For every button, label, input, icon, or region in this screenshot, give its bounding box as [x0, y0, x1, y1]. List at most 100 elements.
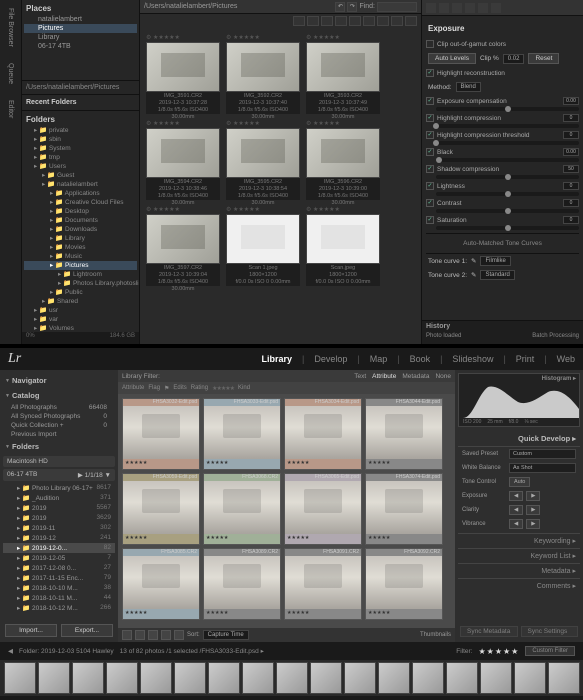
volume-header[interactable]: 06-17 4TB▶ 1/1/18 ▼	[3, 469, 115, 481]
clip-checkbox[interactable]	[426, 40, 434, 48]
hl-checkbox[interactable]	[426, 69, 434, 77]
lr-thumbnail[interactable]: FHSA3044-Edit.psd★★★★★	[365, 398, 443, 470]
module-map[interactable]: Map	[370, 354, 388, 364]
filmstrip-thumb[interactable]	[310, 662, 342, 694]
paste-icon[interactable]	[452, 3, 462, 13]
thumbnail[interactable]: ⚙ ★★★★★IMG_3596.CR22019-12-3 10:39:001/8…	[306, 120, 380, 200]
undo-icon[interactable]	[465, 3, 475, 13]
lr-thumbnail[interactable]: FHSA3068.CR2★★★★★	[203, 473, 281, 545]
redo-icon[interactable]	[478, 3, 488, 13]
slider-value[interactable]: 0	[563, 114, 579, 122]
filmstrip-thumb[interactable]	[344, 662, 376, 694]
vib-plus[interactable]: ▶	[526, 519, 540, 529]
filmstrip-thumb[interactable]	[38, 662, 70, 694]
slider-checkbox[interactable]	[426, 97, 434, 105]
tc1-select[interactable]: Filmlike	[480, 256, 510, 266]
auto-curves-button[interactable]: Auto-Matched Tone Curves	[426, 233, 579, 254]
tree-node[interactable]: ▸ 📁 Pictures	[24, 261, 137, 270]
lr-thumbnail[interactable]: FHSA3034-Edit.psd★★★★★	[284, 398, 362, 470]
filmstrip-thumb[interactable]	[174, 662, 206, 694]
thumbnail[interactable]: ⚙ ★★★★★IMG_3593.CR22019-12-3 10:37:491/8…	[306, 34, 380, 114]
thumbnail[interactable]: ⚙ ★★★★★IMG_3594.CR22019-12-3 10:38:461/8…	[146, 120, 220, 200]
filmstrip-thumb[interactable]	[106, 662, 138, 694]
slider-checkbox[interactable]	[426, 182, 434, 190]
folder-row[interactable]: ▸ 📁 2018-10-10 M...38	[3, 583, 115, 593]
slider-track[interactable]	[436, 209, 579, 213]
tab-file-browser[interactable]: File Browser	[5, 4, 16, 51]
filmstrip-thumb[interactable]	[514, 662, 546, 694]
module-slideshow[interactable]: Slideshow	[452, 354, 493, 364]
grid-mode-icon[interactable]	[122, 630, 132, 640]
panel-header[interactable]: Keywording ▸	[458, 533, 580, 548]
slider-track[interactable]	[436, 226, 579, 230]
tree-node[interactable]: ▸ 📁 private	[24, 126, 137, 135]
catalog-row[interactable]: Quick Collection +0	[3, 421, 115, 430]
catalog-row[interactable]: All Photographs66408	[3, 403, 115, 412]
panel-header[interactable]: Keyword List ▸	[458, 548, 580, 563]
lr-thumbnail[interactable]: FHSA3065-Edit.psd★★★★★	[284, 473, 362, 545]
tree-node[interactable]: ▸ 📁 Photos Library.photoslibrary	[24, 279, 137, 288]
save-icon[interactable]	[426, 3, 436, 13]
rotate-right-icon[interactable]: ↷	[347, 2, 357, 12]
thumbnail[interactable]: ⚙ ★★★★★IMG_3595.CR22019-12-3 10:38:541/8…	[226, 120, 300, 200]
filmstrip-thumb[interactable]	[480, 662, 512, 694]
rank-icon[interactable]	[307, 16, 319, 26]
auto-tone-button[interactable]: Auto	[509, 477, 530, 487]
filmstrip-thumb[interactable]	[412, 662, 444, 694]
info-icon[interactable]	[335, 16, 347, 26]
survey-mode-icon[interactable]	[161, 630, 171, 640]
folder-row[interactable]: ▸ 📁 2019-12-0...82	[3, 543, 115, 553]
history-icon[interactable]	[491, 3, 501, 13]
folder-row[interactable]: ▸ 📁 2018-10-11 M...44	[3, 593, 115, 603]
filmstrip-thumb[interactable]	[72, 662, 104, 694]
tree-node[interactable]: ▸ 📁 Public	[24, 288, 137, 297]
slider-track[interactable]	[436, 141, 579, 145]
lr-thumbnail[interactable]: FHSA3033-Edit.psd★★★★★	[203, 398, 281, 470]
place-item[interactable]: Library	[24, 33, 137, 42]
sync-settings-button[interactable]: Sync Settings	[521, 626, 579, 637]
folders-title[interactable]: Folders	[3, 439, 115, 454]
grid-icon[interactable]	[391, 16, 403, 26]
folder-row[interactable]: ▸ 📁 _Audition371	[3, 493, 115, 503]
tree-node[interactable]: ▸ 📁 Downloads	[24, 225, 137, 234]
tree-node[interactable]: ▸ 📁 sbin	[24, 135, 137, 144]
tc2-select[interactable]: Standard	[480, 270, 514, 280]
lr-thumbnail[interactable]: FHSA3059-Edit.psd★★★★★	[122, 473, 200, 545]
filter-tab[interactable]: Attribute	[372, 373, 396, 380]
flag-icon[interactable]: ⚑	[164, 385, 169, 392]
preset-select[interactable]: Custom	[509, 449, 576, 459]
pencil-icon[interactable]: ✎	[471, 271, 476, 279]
exp-plus[interactable]: ▶	[526, 491, 540, 501]
slider-checkbox[interactable]	[426, 148, 434, 156]
lr-thumbnail[interactable]: FHSA3092.CR2★★★★★	[365, 548, 443, 620]
module-book[interactable]: Book	[410, 354, 431, 364]
copy-icon[interactable]	[439, 3, 449, 13]
tree-node[interactable]: ▸ 📁 Guest	[24, 171, 137, 180]
filmstrip-thumb[interactable]	[208, 662, 240, 694]
tab-editor[interactable]: Editor	[5, 96, 16, 122]
tree-node[interactable]: ▸ 📁 Library	[24, 234, 137, 243]
module-library[interactable]: Library	[261, 354, 292, 364]
folder-row[interactable]: ▸ 📁 2017-11-15 Enc...79	[3, 573, 115, 583]
reset-button[interactable]: Reset	[528, 53, 559, 64]
thumbnail[interactable]: ⚙ ★★★★★Scan 1.jpeg1800×1200f/0.0 0s ISO …	[226, 206, 300, 286]
catalog-title[interactable]: Catalog	[3, 388, 115, 403]
place-item[interactable]: natalielambert	[24, 15, 137, 24]
slider-checkbox[interactable]	[426, 131, 434, 139]
slider-checkbox[interactable]	[426, 199, 434, 207]
folder-row[interactable]: ▸ 📁 20193629	[3, 513, 115, 523]
module-print[interactable]: Print	[516, 354, 535, 364]
clarity-minus[interactable]: ◀	[509, 505, 523, 515]
navigator-title[interactable]: Navigator	[3, 373, 115, 388]
filter-tab[interactable]: Metadata	[402, 373, 429, 380]
find-input[interactable]	[377, 2, 417, 12]
tree-node[interactable]: ▸ 📁 Documents	[24, 216, 137, 225]
filmstrip-thumb[interactable]	[4, 662, 36, 694]
panel-header[interactable]: Metadata ▸	[458, 563, 580, 578]
slider-track[interactable]	[436, 158, 579, 162]
filter-tab[interactable]: None	[435, 373, 451, 380]
slider-track[interactable]	[436, 175, 579, 179]
lr-thumbnail[interactable]: FHSA3089.CR2★★★★★	[203, 548, 281, 620]
filter-icon[interactable]	[363, 16, 375, 26]
exp-minus[interactable]: ◀	[509, 491, 523, 501]
